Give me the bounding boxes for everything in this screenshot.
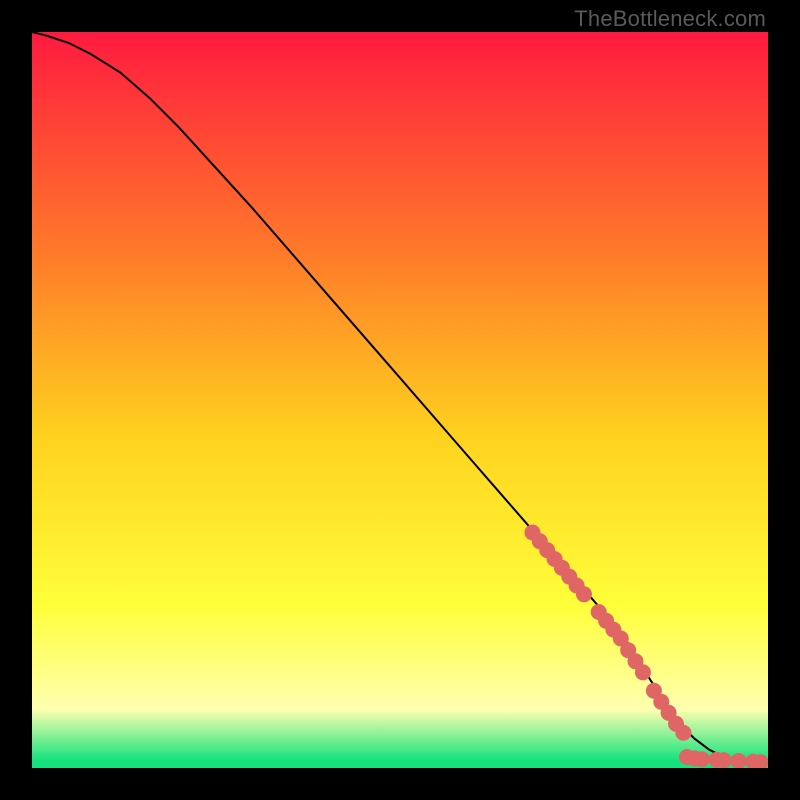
watermark-caption: TheBottleneck.com: [574, 6, 766, 32]
gradient-background: [32, 32, 768, 768]
chart-frame: TheBottleneck.com: [0, 0, 800, 800]
data-marker: [576, 586, 592, 602]
data-marker: [716, 752, 732, 768]
data-marker: [694, 751, 710, 767]
plot-area: [32, 32, 768, 768]
data-marker: [675, 725, 691, 741]
data-marker: [635, 664, 651, 680]
chart-svg: [32, 32, 768, 768]
